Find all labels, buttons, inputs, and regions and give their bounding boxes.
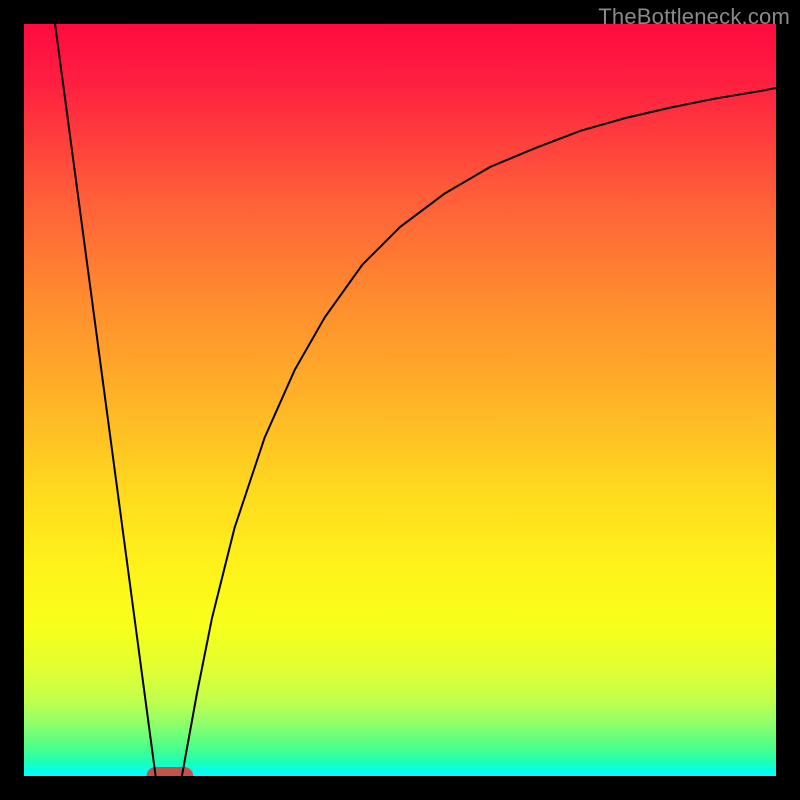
plot-area	[24, 24, 776, 776]
watermark-text: TheBottleneck.com	[598, 4, 790, 30]
bottleneck-curve-plot	[24, 24, 776, 776]
curve-falling-line	[54, 24, 156, 776]
chart-container: TheBottleneck.com	[0, 0, 800, 800]
curve-rising-curve	[182, 88, 776, 776]
